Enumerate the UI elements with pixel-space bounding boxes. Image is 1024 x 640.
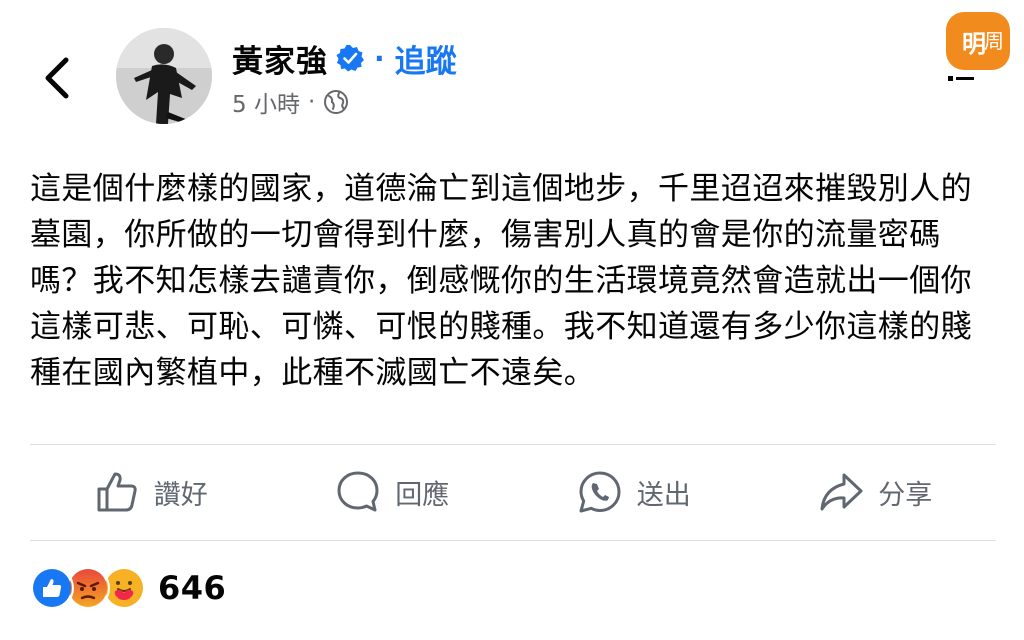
author-name[interactable]: 黃家強 (232, 36, 328, 81)
comment-label: 回應 (395, 479, 450, 511)
timestamp[interactable]: 5 小時 (232, 85, 300, 119)
reactions-summary[interactable]: 646 (30, 566, 226, 610)
ming-pao-weekly-logo: 明 周 (942, 6, 1014, 84)
like-reaction-icon (30, 566, 74, 610)
comment-button[interactable]: 回應 (272, 446, 514, 538)
meta-separator: · (307, 89, 316, 115)
send-label: 送出 (636, 479, 691, 511)
action-bar: 讚好 回應 送出 分享 (30, 446, 996, 538)
like-label: 讚好 (153, 479, 208, 511)
divider-top (30, 444, 996, 445)
logo-text-2: 周 (984, 29, 1004, 53)
like-icon (97, 472, 137, 512)
share-button[interactable]: 分享 (755, 446, 997, 538)
comment-icon (337, 471, 379, 512)
follow-button[interactable]: 追蹤 (395, 36, 457, 81)
back-button[interactable] (36, 52, 80, 104)
chevron-left-icon (45, 57, 69, 99)
send-button[interactable]: 送出 (513, 446, 755, 538)
share-label: 分享 (878, 479, 933, 511)
whatsapp-icon (579, 471, 621, 513)
like-button[interactable]: 讚好 (30, 446, 272, 538)
post-meta: 5 小時 · (232, 86, 349, 118)
verified-badge-icon (336, 44, 364, 72)
logo-text-1: 明 (962, 30, 986, 58)
name-separator: · (374, 41, 385, 75)
post-body: 這是個什麼樣的國家，道德淪亡到這個地步，千里迢迢來摧毀別人的墓園，你所做的一切會… (30, 171, 972, 391)
avatar-photo (116, 28, 212, 124)
share-icon (820, 473, 863, 511)
globe-icon (323, 89, 349, 115)
avatar[interactable] (116, 28, 212, 124)
reaction-count: 646 (158, 569, 227, 607)
divider-bottom (30, 540, 996, 541)
author-header: 黃家強 · 追蹤 (232, 36, 457, 80)
